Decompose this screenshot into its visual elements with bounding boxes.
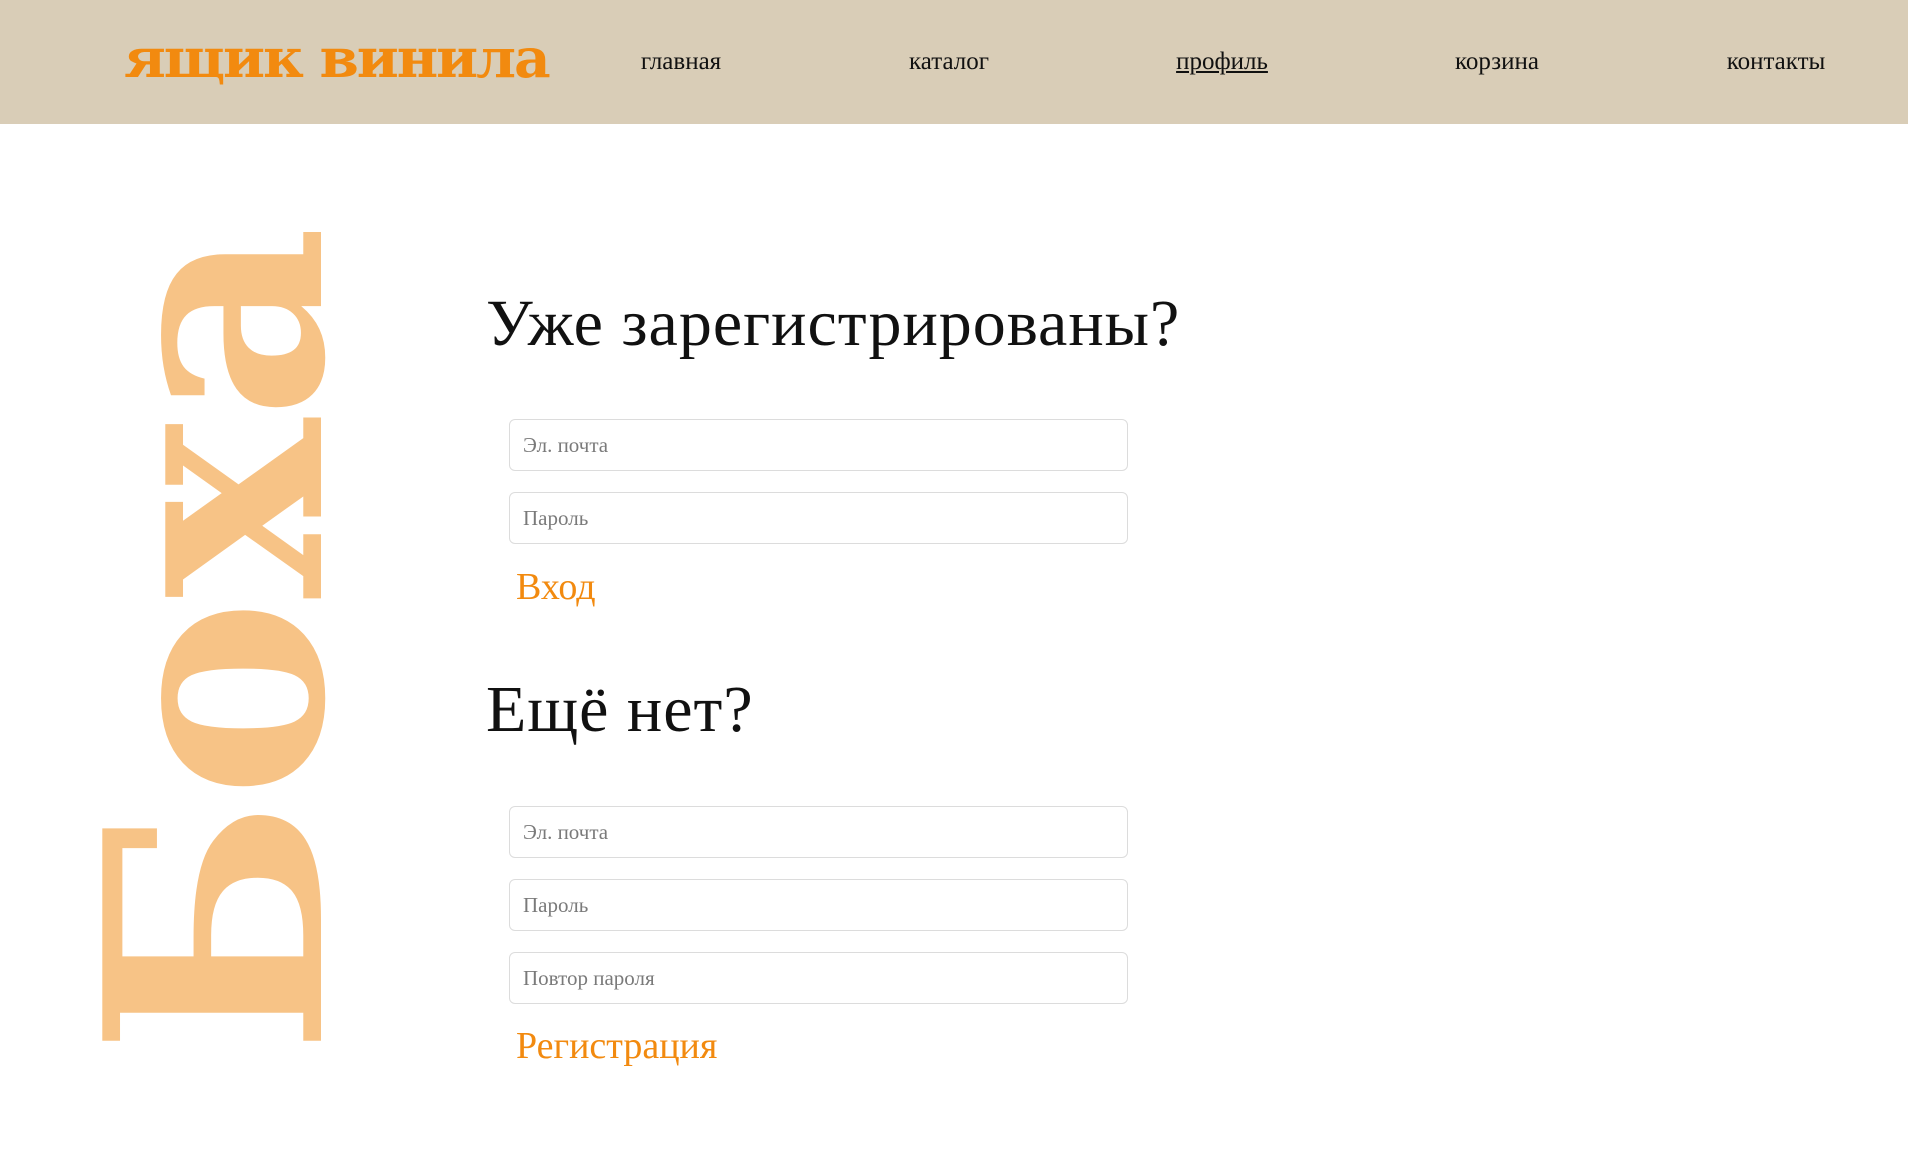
nav-home[interactable]: главная — [641, 48, 721, 76]
nav-profile[interactable]: профиль — [1176, 48, 1268, 76]
login-password-input[interactable] — [509, 492, 1128, 544]
register-button[interactable]: Регистрация — [516, 1024, 717, 1068]
register-email-input[interactable] — [509, 806, 1128, 858]
nav-cart[interactable]: корзина — [1455, 48, 1539, 76]
nav-contacts[interactable]: контакты — [1727, 48, 1826, 76]
login-title: Уже зарегистрированы? — [486, 287, 1181, 360]
login-email-input[interactable] — [509, 419, 1128, 471]
nav-catalog[interactable]: каталог — [909, 48, 989, 76]
site-logo[interactable]: ящик винила — [124, 26, 551, 90]
decorative-vertical-text: Боха — [39, 225, 392, 1055]
register-repeat-password-input[interactable] — [509, 952, 1128, 1004]
register-title: Ещё нет? — [486, 673, 754, 746]
site-header: ящик винила главная каталог профиль корз… — [0, 0, 1908, 124]
register-password-input[interactable] — [509, 879, 1128, 931]
login-button[interactable]: Вход — [516, 565, 596, 609]
